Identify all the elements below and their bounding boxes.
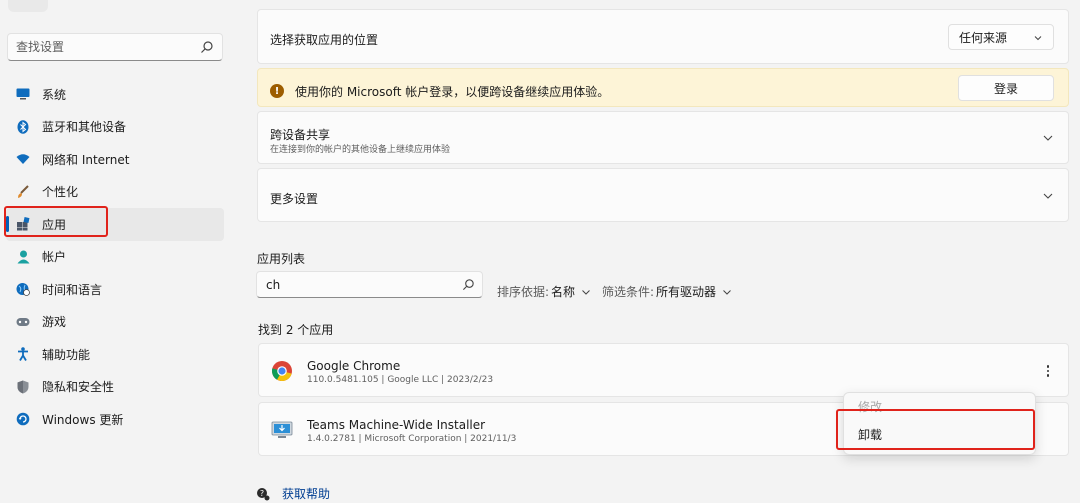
- more-options-icon[interactable]: [1040, 362, 1056, 380]
- sidebar-item-label: 网络和 Internet: [42, 152, 130, 167]
- more-settings-card[interactable]: 更多设置: [257, 168, 1069, 222]
- help-icon: ?: [257, 487, 270, 500]
- app-list-heading: 应用列表: [257, 252, 306, 266]
- sidebar-item-label: 蓝牙和其他设备: [42, 120, 127, 135]
- found-apps-count: 找到 2 个应用: [258, 323, 334, 337]
- wifi-icon: [16, 152, 30, 166]
- sidebar-item-label: 隐私和安全性: [42, 380, 115, 395]
- sidebar-nav: 系统 蓝牙和其他设备 网络和 Internet 个性化 应用 帐户 时间和语言: [6, 78, 224, 436]
- settings-search-input[interactable]: [8, 34, 188, 60]
- chrome-icon: [271, 361, 292, 382]
- sidebar-item-label: 游戏: [42, 315, 67, 330]
- chevron-down-icon: [723, 289, 731, 295]
- installer-icon: [271, 421, 293, 438]
- warning-icon: !: [270, 84, 284, 98]
- back-arrow-icon: ←: [22, 0, 34, 3]
- sidebar-item-privacy[interactable]: 隐私和安全性: [6, 371, 224, 404]
- sidebar-item-network[interactable]: 网络和 Internet: [6, 143, 224, 176]
- monitor-icon: [16, 87, 30, 101]
- sidebar-item-label: 个性化: [42, 185, 79, 200]
- sort-dropdown[interactable]: 排序依据: 名称: [497, 283, 591, 300]
- sidebar-item-windows-update[interactable]: Windows 更新: [6, 403, 224, 436]
- app-name: Teams Machine-Wide Installer: [307, 418, 486, 432]
- context-menu-uninstall[interactable]: 卸载: [858, 426, 882, 443]
- signin-banner: ! 使用你的 Microsoft 帐户登录，以便跨设备继续应用体验。 登录: [257, 68, 1069, 107]
- sidebar-item-label: 辅助功能: [42, 347, 91, 362]
- sidebar-item-gaming[interactable]: 游戏: [6, 306, 224, 339]
- update-icon: [16, 412, 30, 426]
- sidebar-item-system[interactable]: 系统: [6, 78, 224, 111]
- svg-text:?: ?: [260, 489, 264, 498]
- app-meta: 110.0.5481.105 | Google LLC | 2023/2/23: [307, 375, 494, 385]
- sidebar-item-label: 系统: [42, 87, 67, 102]
- bluetooth-icon: [16, 119, 30, 134]
- sidebar-item-apps[interactable]: 应用: [6, 208, 224, 241]
- app-name: Google Chrome: [307, 359, 401, 373]
- cross-device-share-subtitle: 在连接到你的帐户的其他设备上继续应用体验: [270, 145, 451, 155]
- app-source-dropdown[interactable]: 任何来源: [948, 24, 1054, 50]
- gamepad-icon: [16, 315, 30, 329]
- app-source-dropdown-value: 任何来源: [959, 30, 1008, 45]
- settings-search-box[interactable]: [7, 33, 223, 61]
- app-source-card: 选择获取应用的位置 任何来源: [257, 9, 1069, 64]
- search-icon[interactable]: [200, 40, 214, 54]
- accessibility-icon: [16, 347, 30, 362]
- context-menu-modify: 修改: [858, 400, 883, 414]
- signin-button[interactable]: 登录: [958, 75, 1054, 101]
- sort-label: 排序依据:: [497, 285, 550, 299]
- app-source-title: 选择获取应用的位置: [270, 33, 379, 47]
- more-settings-title: 更多设置: [270, 192, 319, 206]
- sidebar-item-label: 帐户: [42, 250, 67, 265]
- chevron-down-icon: [1034, 36, 1042, 41]
- get-help-label: 获取帮助: [282, 487, 331, 501]
- filter-label: 筛选条件:: [602, 285, 655, 299]
- signin-banner-message: 使用你的 Microsoft 帐户登录，以便跨设备继续应用体验。: [295, 85, 610, 99]
- sidebar-item-bluetooth[interactable]: 蓝牙和其他设备: [6, 111, 224, 144]
- apps-icon: [16, 217, 30, 231]
- person-icon: [16, 250, 30, 264]
- get-help-link[interactable]: ? 获取帮助: [256, 485, 330, 502]
- shield-icon: [16, 380, 30, 394]
- chevron-down-icon: [582, 289, 590, 295]
- sidebar-item-accounts[interactable]: 帐户: [6, 241, 224, 274]
- brush-icon: [16, 185, 30, 199]
- sidebar-item-time-language[interactable]: 时间和语言: [6, 273, 224, 306]
- app-row-google-chrome[interactable]: Google Chrome 110.0.5481.105 | Google LL…: [258, 343, 1069, 397]
- chevron-down-icon[interactable]: [1042, 190, 1054, 202]
- sort-value: 名称: [551, 285, 576, 299]
- sidebar-item-personalization[interactable]: 个性化: [6, 176, 224, 209]
- cross-device-share-card[interactable]: 跨设备共享 在连接到你的帐户的其他设备上继续应用体验: [257, 111, 1069, 164]
- app-list-search-box[interactable]: [256, 271, 483, 298]
- cross-device-share-title: 跨设备共享: [270, 128, 331, 142]
- sidebar-item-label: Windows 更新: [42, 412, 124, 427]
- sidebar-item-accessibility[interactable]: 辅助功能: [6, 338, 224, 371]
- back-button[interactable]: ←: [8, 0, 48, 12]
- filter-dropdown[interactable]: 筛选条件: 所有驱动器: [602, 283, 732, 300]
- app-meta: 1.4.0.2781 | Microsoft Corporation | 202…: [307, 434, 517, 444]
- sidebar: ← 系统 蓝牙和其他设备 网络和 Internet 个性化 应用 帐户: [0, 0, 232, 503]
- sidebar-item-label: 时间和语言: [42, 282, 103, 297]
- globe-clock-icon: [16, 282, 30, 297]
- sidebar-item-label: 应用: [42, 217, 67, 232]
- app-list-search-input[interactable]: [257, 272, 447, 297]
- filter-value: 所有驱动器: [656, 285, 717, 299]
- chevron-down-icon[interactable]: [1042, 132, 1054, 144]
- search-icon[interactable]: [462, 278, 475, 291]
- app-context-menu: 修改 卸载: [843, 392, 1036, 455]
